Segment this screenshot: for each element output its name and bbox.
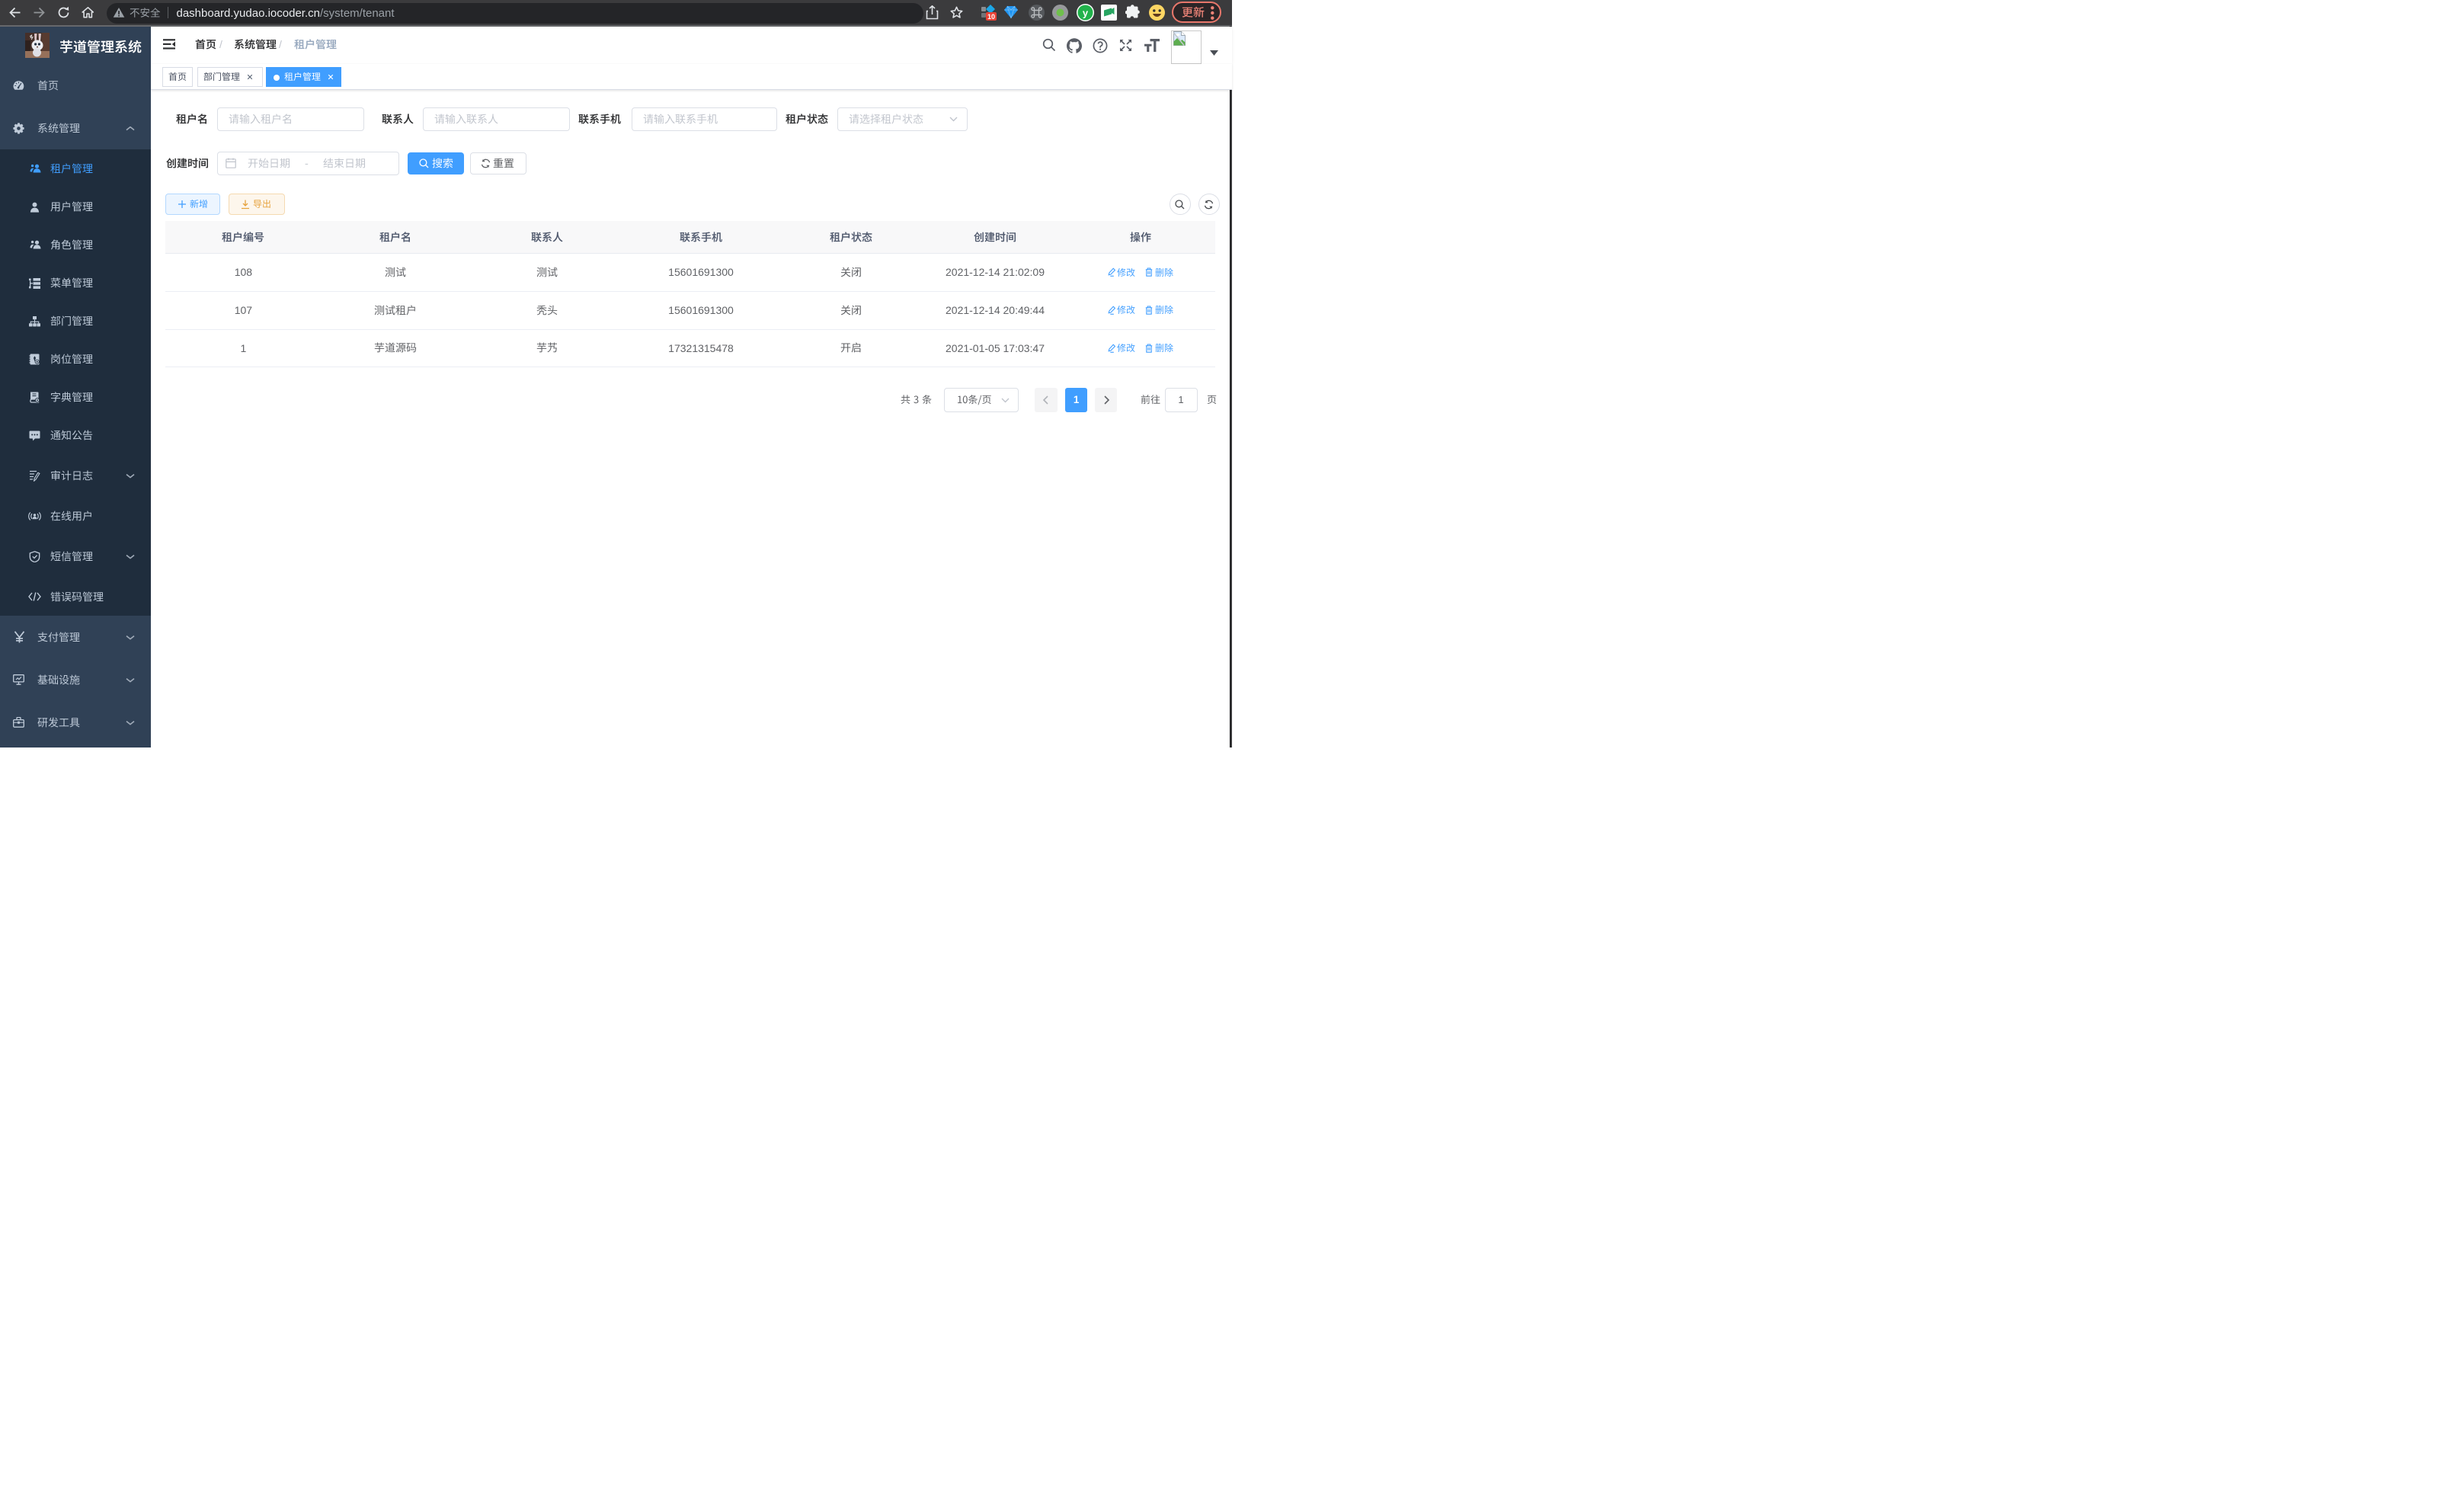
svg-text:y: y [1083, 7, 1089, 18]
svg-text:10: 10 [987, 13, 995, 21]
